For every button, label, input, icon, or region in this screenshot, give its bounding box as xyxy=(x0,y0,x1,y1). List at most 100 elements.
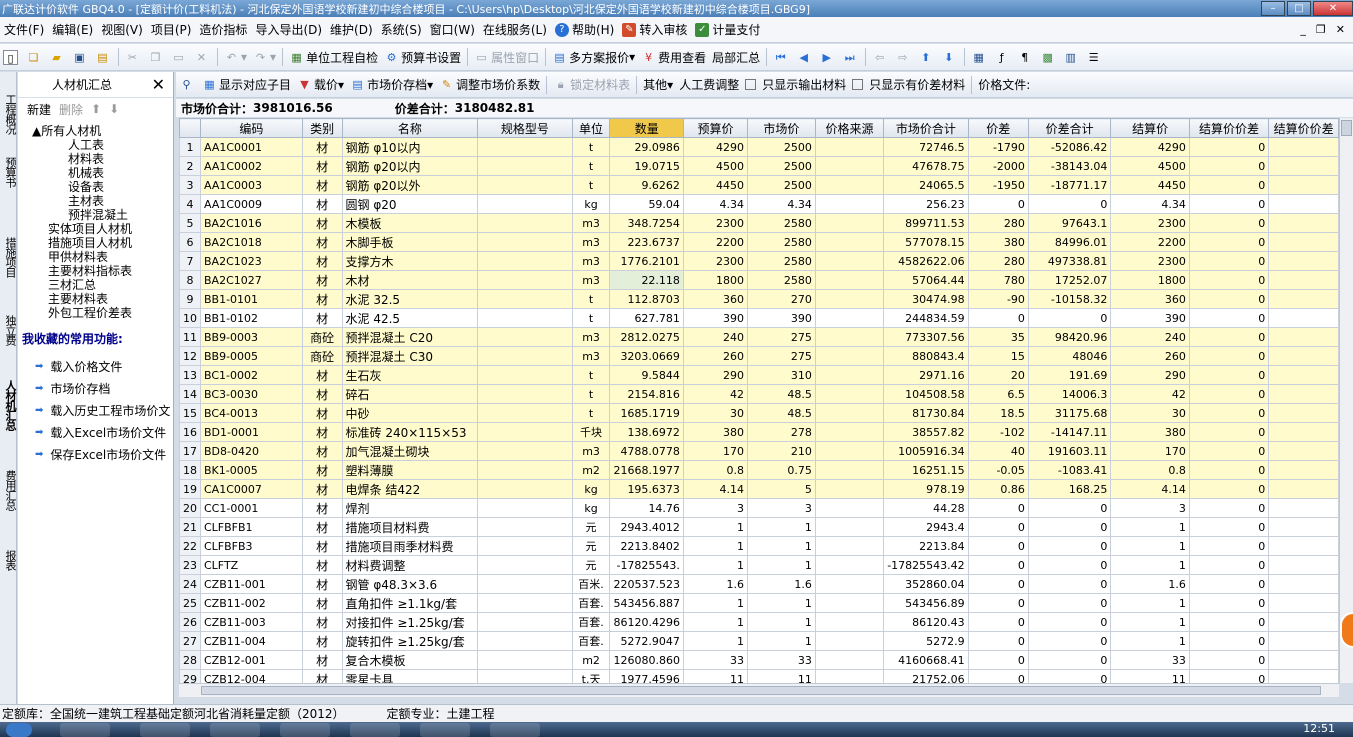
menu-system[interactable]: 系统(S) xyxy=(377,21,426,38)
table-cell[interactable]: m2 xyxy=(571,650,611,670)
table-cell[interactable]: 0 xyxy=(1188,327,1270,347)
table-cell[interactable]: kg xyxy=(571,498,611,518)
tree-item-main-materials[interactable]: 主要材料表 xyxy=(32,292,173,306)
table-cell[interactable] xyxy=(1268,669,1339,683)
table-row[interactable]: 9 BB1-0101 材水泥 32.5 t 112.8703 360 270 30474.98… xyxy=(179,289,1339,309)
menu-project[interactable]: 项目(P) xyxy=(147,21,196,38)
table-cell[interactable]: 材 xyxy=(301,251,343,271)
table-cell[interactable]: 38557.82 xyxy=(883,422,969,442)
table-cell[interactable]: 4500 xyxy=(1110,156,1190,176)
table-cell[interactable]: 0 xyxy=(1188,422,1270,442)
table-cell[interactable]: 1 xyxy=(682,536,748,556)
table-cell[interactable]: 千块 xyxy=(571,422,611,442)
table-cell[interactable] xyxy=(814,175,885,195)
table-cell[interactable]: 310 xyxy=(746,365,816,385)
menu-maintain[interactable]: 维护(D) xyxy=(326,21,377,38)
table-cell[interactable]: 352860.04 xyxy=(883,574,969,594)
table-cell[interactable]: 98420.96 xyxy=(1027,327,1112,347)
table-row[interactable]: 7 BA2C1023 材支撑方木 m3 1776.2101 2300 2580 4582622… xyxy=(179,251,1339,271)
table-cell[interactable] xyxy=(814,384,885,404)
table-cell[interactable]: 零星卡具 xyxy=(341,669,479,683)
table-cell[interactable]: t xyxy=(571,175,611,195)
table-cell[interactable]: 23 xyxy=(179,555,201,575)
table-cell[interactable] xyxy=(1268,593,1339,613)
table-cell[interactable] xyxy=(814,289,885,309)
market-price-save-button[interactable]: ▤ 市场价存档 ▾ xyxy=(347,74,436,96)
table-cell[interactable]: 380 xyxy=(967,232,1029,252)
table-cell[interactable]: 0 xyxy=(1027,555,1112,575)
table-cell[interactable]: 5272.9 xyxy=(883,631,969,651)
table-row[interactable]: 18 BK1-0005 材塑料薄膜 m2 21668.1977 0.8 0.75 16251.… xyxy=(179,460,1339,480)
table-cell[interactable] xyxy=(1268,384,1339,404)
adjust-coef-button[interactable]: ✎ 调整市场价系数 xyxy=(436,74,543,96)
table-cell[interactable]: 材 xyxy=(301,365,343,385)
table-cell[interactable]: 0 xyxy=(967,498,1029,518)
table-cell[interactable] xyxy=(477,346,573,366)
prev-button[interactable]: ◀ xyxy=(793,46,816,68)
tree-item-labor[interactable]: 人工表 xyxy=(32,138,173,152)
table-cell[interactable] xyxy=(814,308,885,328)
table-cell[interactable]: 0 xyxy=(1027,574,1112,594)
table-cell[interactable]: 14 xyxy=(179,384,201,404)
table-cell[interactable]: 2200 xyxy=(1110,232,1190,252)
table-cell[interactable]: -38143.04 xyxy=(1027,156,1112,176)
table-cell[interactable]: 钢筋 φ20以外 xyxy=(341,175,479,195)
table-row[interactable]: 2 AA1C0002 材钢筋 φ20以内 t 19.0715 4500 2500 47678.… xyxy=(179,156,1339,176)
table-cell[interactable] xyxy=(1268,251,1339,271)
table-cell[interactable]: 1977.4596 xyxy=(609,669,684,683)
tree-item-measures[interactable]: 措施项目人材机 xyxy=(32,236,173,250)
table-cell[interactable]: 4500 xyxy=(682,156,748,176)
table-cell[interactable]: -2000 xyxy=(967,156,1029,176)
table-cell[interactable] xyxy=(477,251,573,271)
table-cell[interactable]: 4450 xyxy=(682,175,748,195)
table-cell[interactable]: 24 xyxy=(179,574,201,594)
taskbar-app[interactable] xyxy=(350,723,400,737)
last-button[interactable]: ⏭ xyxy=(839,46,862,68)
table-cell[interactable]: 48.5 xyxy=(746,403,816,423)
floating-assistant-button[interactable] xyxy=(1340,612,1353,648)
table-cell[interactable]: 2943.4 xyxy=(883,517,969,537)
table-cell[interactable] xyxy=(814,270,885,290)
table-cell[interactable]: 2213.84 xyxy=(883,536,969,556)
table-cell[interactable]: 16 xyxy=(179,422,201,442)
table-cell[interactable]: 旋转扣件 ≥1.25kg/套 xyxy=(341,631,479,651)
table-cell[interactable]: 0 xyxy=(1188,555,1270,575)
table-cell[interactable]: 材 xyxy=(301,612,343,632)
table-cell[interactable] xyxy=(477,669,573,683)
table-cell[interactable]: 钢管 φ48.3×3.6 xyxy=(341,574,479,594)
menu-edit[interactable]: 编辑(E) xyxy=(48,21,97,38)
table-cell[interactable]: 14.76 xyxy=(609,498,684,518)
table-cell[interactable]: 2200 xyxy=(682,232,748,252)
table-row[interactable]: 5 BA2C1016 材木模板 m3 348.7254 2300 2580 899711.53… xyxy=(179,213,1339,233)
tab-project-overview[interactable]: 工程概况 xyxy=(0,94,17,134)
table-cell[interactable]: 0 xyxy=(1188,156,1270,176)
table-cell[interactable]: 0 xyxy=(1027,194,1112,214)
column-header[interactable]: 单位 xyxy=(571,118,611,138)
table-cell[interactable]: 1 xyxy=(1110,631,1190,651)
table-cell[interactable] xyxy=(477,156,573,176)
table-cell[interactable]: 20 xyxy=(179,498,201,518)
table-cell[interactable]: 材 xyxy=(301,593,343,613)
close-icon[interactable]: ✕ xyxy=(152,75,165,94)
table-cell[interactable]: 0.8 xyxy=(1110,460,1190,480)
table-cell[interactable]: m3 xyxy=(571,232,611,252)
tab-measures[interactable]: 措施项目 xyxy=(0,237,17,277)
table-cell[interactable]: 4 xyxy=(179,194,201,214)
table-cell[interactable] xyxy=(477,517,573,537)
new-button[interactable]: 新建 xyxy=(27,101,51,118)
table-cell[interactable]: 0 xyxy=(967,194,1029,214)
table-cell[interactable]: 材 xyxy=(301,631,343,651)
column-header[interactable]: 价格来源 xyxy=(814,118,885,138)
table-cell[interactable]: 280 xyxy=(967,251,1029,271)
table-cell[interactable]: 72746.5 xyxy=(883,137,969,157)
table-cell[interactable]: 0 xyxy=(967,555,1029,575)
table-cell[interactable]: 4582622.06 xyxy=(883,251,969,271)
scroll-thumb[interactable] xyxy=(201,686,1321,695)
table-cell[interactable] xyxy=(477,593,573,613)
table-cell[interactable]: 1 xyxy=(746,593,816,613)
table-cell[interactable] xyxy=(814,365,885,385)
table-cell[interactable]: 59.04 xyxy=(609,194,684,214)
table-cell[interactable]: 9.6262 xyxy=(609,175,684,195)
table-cell[interactable]: 材 xyxy=(301,289,343,309)
table-cell[interactable]: 275 xyxy=(746,327,816,347)
